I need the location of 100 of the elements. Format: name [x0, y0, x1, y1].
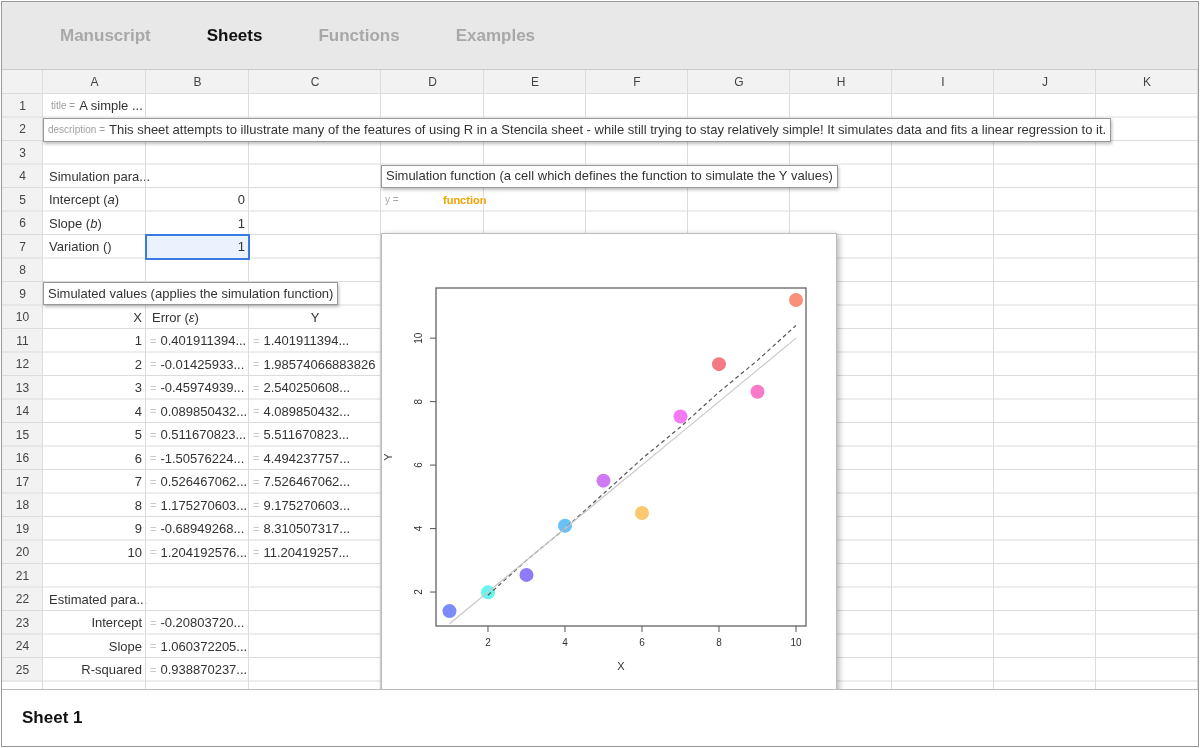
- table-cell[interactable]: R-squared: [43, 658, 146, 682]
- equals-sign: =: [253, 404, 260, 419]
- cell-name: y =: [385, 193, 400, 208]
- table-cell[interactable]: = 4.494237757...: [249, 446, 381, 470]
- cell-value: 9.175270603...: [263, 496, 351, 515]
- column-header[interactable]: D: [381, 70, 484, 94]
- table-cell[interactable]: Error (ε): [146, 305, 249, 329]
- equals-sign: =: [150, 404, 157, 419]
- note-cell[interactable]: Simulated values (applies the simulation function): [43, 282, 339, 305]
- equals-sign: =: [150, 451, 157, 466]
- axis-tick-label: 2: [485, 637, 491, 648]
- table-cell[interactable]: = 8.310507317...: [249, 517, 381, 541]
- equals-sign: =: [150, 662, 157, 678]
- tab[interactable]: Sheets: [206, 22, 263, 49]
- table-cell[interactable]: Slope: [43, 634, 146, 658]
- table-cell[interactable]: 0: [146, 188, 249, 212]
- table-cell[interactable]: 5: [43, 423, 146, 447]
- table-cell[interactable]: X: [43, 305, 146, 329]
- column-header[interactable]: K: [1096, 70, 1198, 94]
- table-cell[interactable]: Y: [249, 305, 381, 329]
- table-cell[interactable]: 6: [43, 446, 146, 470]
- table-cell[interactable]: Estimated para...: [43, 587, 146, 611]
- table-cell[interactable]: Intercept (a): [43, 188, 146, 212]
- column-header[interactable]: F: [586, 70, 688, 94]
- equals-sign: =: [253, 380, 260, 396]
- cell-value: 1.204192576...: [160, 543, 248, 562]
- table-cell[interactable]: 1: [146, 235, 249, 259]
- cell-value: A simple ...: [79, 97, 143, 115]
- axis-tick-label: 4: [562, 637, 568, 648]
- table-cell[interactable]: = -0.01425933...: [146, 352, 249, 376]
- table-cell[interactable]: 9: [43, 517, 146, 541]
- equals-sign: =: [253, 474, 260, 490]
- table-cell[interactable]: = 1.401911394...: [249, 329, 381, 353]
- table-cell[interactable]: = 1.98574066883826: [249, 352, 381, 376]
- table-cell[interactable]: 7: [43, 470, 146, 494]
- cell-value: -0.20803720...: [160, 614, 245, 632]
- table-cell[interactable]: = -0.68949268...: [146, 517, 249, 541]
- table-cell[interactable]: = 7.526467062...: [249, 470, 381, 494]
- column-header[interactable]: J: [994, 70, 1096, 94]
- cell-value: 1.401911394...: [263, 332, 350, 350]
- table-cell[interactable]: 8: [43, 493, 146, 517]
- table-cell[interactable]: = 0.089850432...: [146, 399, 249, 423]
- table-cell[interactable]: = 0.526467062...: [146, 470, 249, 494]
- table-cell[interactable]: 2: [43, 352, 146, 376]
- table-cell[interactable]: = 4.089850432...: [249, 399, 381, 423]
- table-cell[interactable]: 3: [43, 376, 146, 400]
- table-cell[interactable]: = 9.175270603...: [249, 493, 381, 517]
- tick-mark: [641, 625, 643, 633]
- cell-value: 8.310507317...: [263, 520, 351, 538]
- cell-value: 0.511670823...: [160, 426, 247, 444]
- sheet-name[interactable]: Sheet 1: [22, 705, 83, 731]
- table-cell[interactable]: 1: [146, 211, 249, 235]
- cell-value: 1.98574066883826: [263, 355, 376, 374]
- table-cell[interactable]: = 2.540250608...: [249, 376, 381, 400]
- cell-value: -0.68949268...: [160, 520, 245, 538]
- table-cell[interactable]: = 11.20419257...: [249, 540, 381, 564]
- table-cell[interactable]: Intercept: [43, 611, 146, 635]
- cell-value: -1.50576224...: [160, 449, 245, 468]
- column-header[interactable]: B: [146, 70, 249, 94]
- table-cell[interactable]: = 0.401911394...: [146, 329, 249, 353]
- cell-value: 0.526467062...: [160, 473, 248, 491]
- column-header[interactable]: I: [892, 70, 994, 94]
- equals-sign: =: [150, 615, 157, 631]
- table-cell[interactable]: = -0.45974939...: [146, 376, 249, 400]
- table-cell[interactable]: = -0.20803720...: [146, 611, 249, 635]
- equals-sign: =: [150, 545, 157, 560]
- table-cell[interactable]: = 1.175270603...: [146, 493, 249, 517]
- axis-tick-label: 4: [413, 525, 424, 532]
- table-cell[interactable]: 1: [43, 329, 146, 353]
- table-cell[interactable]: Slope (b): [43, 211, 146, 235]
- tick-mark: [795, 625, 797, 633]
- tick-mark: [718, 625, 720, 633]
- table-cell[interactable]: = 1.204192576...: [146, 540, 249, 564]
- table-cell[interactable]: Variation (): [43, 235, 146, 259]
- cell-value: 11.20419257...: [263, 543, 350, 562]
- axis-label: X: [617, 660, 625, 672]
- boxed-cell[interactable]: [43, 117, 1112, 142]
- equals-sign: =: [253, 427, 260, 443]
- table-cell[interactable]: = 0.938870237...: [146, 658, 249, 682]
- table-cell[interactable]: 10: [43, 540, 146, 564]
- cell-name: title =: [51, 99, 76, 114]
- cell-value: 5.511670823...: [263, 426, 350, 444]
- column-header[interactable]: C: [249, 70, 381, 94]
- column-header[interactable]: E: [484, 70, 586, 94]
- table-cell[interactable]: = 5.511670823...: [249, 423, 381, 447]
- tick-mark: [429, 464, 437, 466]
- axis-tick-label: 8: [716, 637, 722, 648]
- table-cell[interactable]: = -1.50576224...: [146, 446, 249, 470]
- cell-name: description =: [48, 123, 105, 137]
- table-cell[interactable]: = 0.511670823...: [146, 423, 249, 447]
- table-cell[interactable]: = 1.060372205...: [146, 634, 249, 658]
- column-header[interactable]: H: [790, 70, 892, 94]
- cell-value: 1.175270603...: [160, 496, 248, 515]
- equals-sign: =: [150, 521, 157, 537]
- column-header[interactable]: G: [688, 70, 790, 94]
- cell-value: 0.938870237...: [160, 661, 248, 679]
- note-cell[interactable]: Simulation function (a cell which defines the function to simulate the Y values): [381, 164, 838, 188]
- table-cell[interactable]: 4: [43, 399, 146, 423]
- column-header[interactable]: A: [43, 70, 146, 94]
- cell-value: 4.089850432...: [263, 402, 351, 421]
